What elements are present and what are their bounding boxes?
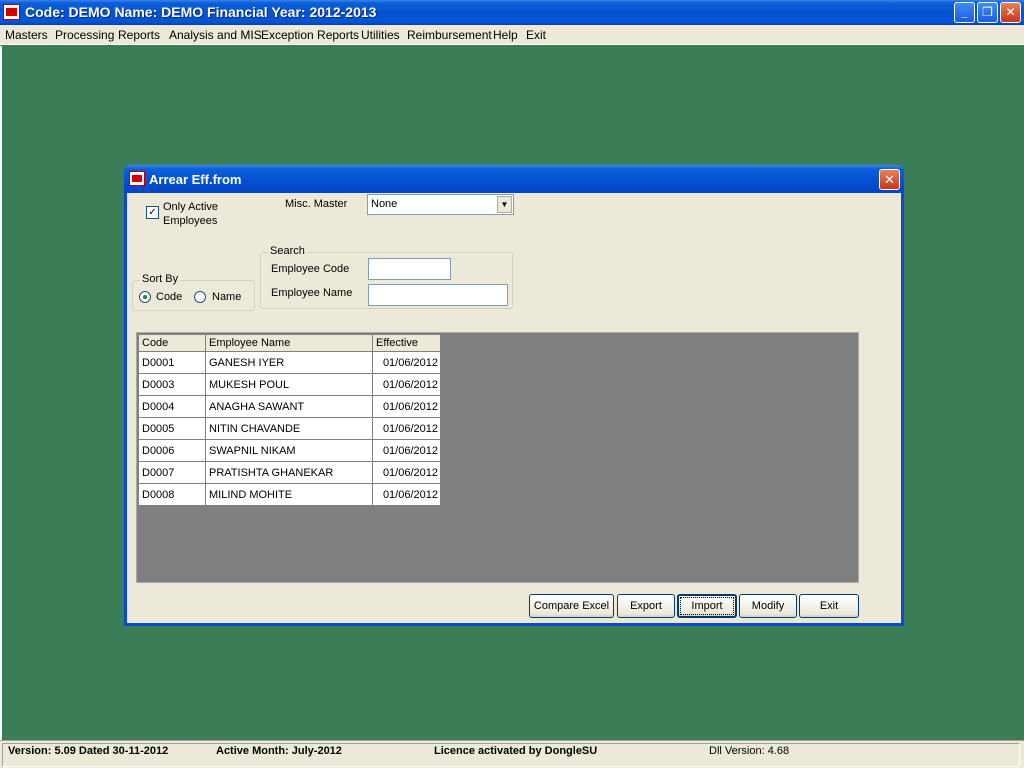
close-app-button[interactable]: ✕ <box>1000 2 1021 23</box>
table-row[interactable]: D0001 GANESH IYER 01/06/2012 <box>138 351 441 374</box>
table-row[interactable]: D0008 MILIND MOHITE 01/06/2012 <box>138 483 441 506</box>
app-title: Code: DEMO Name: DEMO Financial Year: 20… <box>25 4 377 20</box>
search-title: Search <box>268 245 307 257</box>
search-group: Search Employee Code Employee Name <box>260 245 513 309</box>
table-row[interactable]: D0005 NITIN CHAVANDE 01/06/2012 <box>138 417 441 440</box>
dialog-close-button[interactable]: ✕ <box>879 169 900 190</box>
table-row[interactable]: D0004 ANAGHA SAWANT 01/06/2012 <box>138 395 441 418</box>
cell-code[interactable]: D0006 <box>138 439 206 462</box>
cell-code[interactable]: D0001 <box>138 351 206 374</box>
status-licence: Licence activated by DongleSU <box>434 745 598 757</box>
dialog-body: ✓ Only Active Employees Misc. Master Non… <box>127 193 901 623</box>
cell-employee-name[interactable]: NITIN CHAVANDE <box>205 417 373 440</box>
app-icon[interactable] <box>3 4 20 20</box>
sort-by-group: Sort By Code Name <box>132 273 255 311</box>
compare-excel-button[interactable]: Compare Excel <box>529 594 614 618</box>
cell-effective[interactable]: 01/06/2012 <box>372 439 441 462</box>
menu-reports[interactable]: Reports <box>118 28 160 42</box>
status-bar: Version: 5.09 Dated 30-11-2012 Active Mo… <box>0 740 1024 768</box>
cell-employee-name[interactable]: ANAGHA SAWANT <box>205 395 373 418</box>
status-version: Version: 5.09 Dated 30-11-2012 <box>8 745 169 757</box>
sort-by-code-label: Code <box>156 291 183 303</box>
import-button[interactable]: Import <box>677 594 737 618</box>
sort-by-title: Sort By <box>140 273 181 285</box>
column-header-code[interactable]: Code <box>138 334 206 352</box>
cell-effective[interactable]: 01/06/2012 <box>372 395 441 418</box>
sort-by-code-radio[interactable] <box>139 291 151 303</box>
misc-master-select[interactable]: None ▼ <box>367 194 514 215</box>
column-header-employee-name[interactable]: Employee Name <box>205 334 373 352</box>
cell-code[interactable]: D0004 <box>138 395 206 418</box>
only-active-label: Only Active Employees <box>163 201 219 227</box>
table-row[interactable]: D0007 PRATISHTA GHANEKAR 01/06/2012 <box>138 461 441 484</box>
misc-master-value: None <box>371 198 398 210</box>
cell-employee-name[interactable]: PRATISHTA GHANEKAR <box>205 461 373 484</box>
employee-code-label: Employee Code <box>271 263 350 275</box>
export-button[interactable]: Export <box>617 594 675 618</box>
menu-exception-reports[interactable]: Exception Reports <box>261 28 359 42</box>
minimize-button[interactable]: _ <box>954 2 975 23</box>
chevron-down-icon[interactable]: ▼ <box>497 196 512 213</box>
restore-button[interactable]: ❐ <box>977 2 998 23</box>
dialog-title-bar[interactable]: Arrear Eff.from ✕ <box>124 165 904 193</box>
table-row[interactable]: D0003 MUKESH POUL 01/06/2012 <box>138 373 441 396</box>
cell-code[interactable]: D0005 <box>138 417 206 440</box>
employee-name-label: Employee Name <box>271 287 353 299</box>
modify-button[interactable]: Modify <box>739 594 797 618</box>
cell-employee-name[interactable]: MUKESH POUL <box>205 373 373 396</box>
menu-exit[interactable]: Exit <box>526 28 546 42</box>
menu-analysis-and-mis[interactable]: Analysis and MIS <box>169 28 262 42</box>
cell-effective[interactable]: 01/06/2012 <box>372 351 441 374</box>
menu-help[interactable]: Help <box>493 28 518 42</box>
cell-employee-name[interactable]: SWAPNIL NIKAM <box>205 439 373 462</box>
status-dll-version: Dll Version: 4.68 <box>709 745 790 757</box>
menu-processing[interactable]: Processing <box>55 28 114 42</box>
column-header-effective[interactable]: Effective <box>372 334 441 352</box>
arrear-dialog: Arrear Eff.from ✕ ✓ Only Active Employee… <box>124 165 904 626</box>
cell-effective[interactable]: 01/06/2012 <box>372 461 441 484</box>
cell-employee-name[interactable]: GANESH IYER <box>205 351 373 374</box>
dialog-icon <box>129 171 145 186</box>
cell-code[interactable]: D0008 <box>138 483 206 506</box>
cell-effective[interactable]: 01/06/2012 <box>372 373 441 396</box>
menu-masters[interactable]: Masters <box>5 28 48 42</box>
cell-code[interactable]: D0003 <box>138 373 206 396</box>
dialog-title: Arrear Eff.from <box>149 172 242 187</box>
employee-table: Code Employee Name Effective D0001 GANES… <box>138 334 441 506</box>
misc-master-label: Misc. Master <box>285 198 348 210</box>
exit-button[interactable]: Exit <box>799 594 859 618</box>
employee-code-input[interactable] <box>368 258 451 280</box>
menu-utilities[interactable]: Utilities <box>361 28 400 42</box>
cell-effective[interactable]: 01/06/2012 <box>372 483 441 506</box>
sort-by-name-radio[interactable] <box>194 291 206 303</box>
table-header-row: Code Employee Name Effective <box>138 334 441 352</box>
sort-by-name-label: Name <box>212 291 242 303</box>
table-row[interactable]: D0006 SWAPNIL NIKAM 01/06/2012 <box>138 439 441 462</box>
menu-reimbursement[interactable]: Reimbursement <box>407 28 492 42</box>
cell-code[interactable]: D0007 <box>138 461 206 484</box>
app-title-bar: Code: DEMO Name: DEMO Financial Year: 20… <box>0 0 1024 25</box>
cell-effective[interactable]: 01/06/2012 <box>372 417 441 440</box>
status-active-month: Active Month: July-2012 <box>216 745 342 757</box>
cell-employee-name[interactable]: MILIND MOHITE <box>205 483 373 506</box>
menu-bar: Masters Processing Reports Analysis and … <box>0 25 1024 45</box>
only-active-checkbox[interactable]: ✓ <box>146 206 159 219</box>
employee-grid[interactable]: Code Employee Name Effective D0001 GANES… <box>136 332 859 583</box>
employee-name-input[interactable] <box>368 284 508 306</box>
